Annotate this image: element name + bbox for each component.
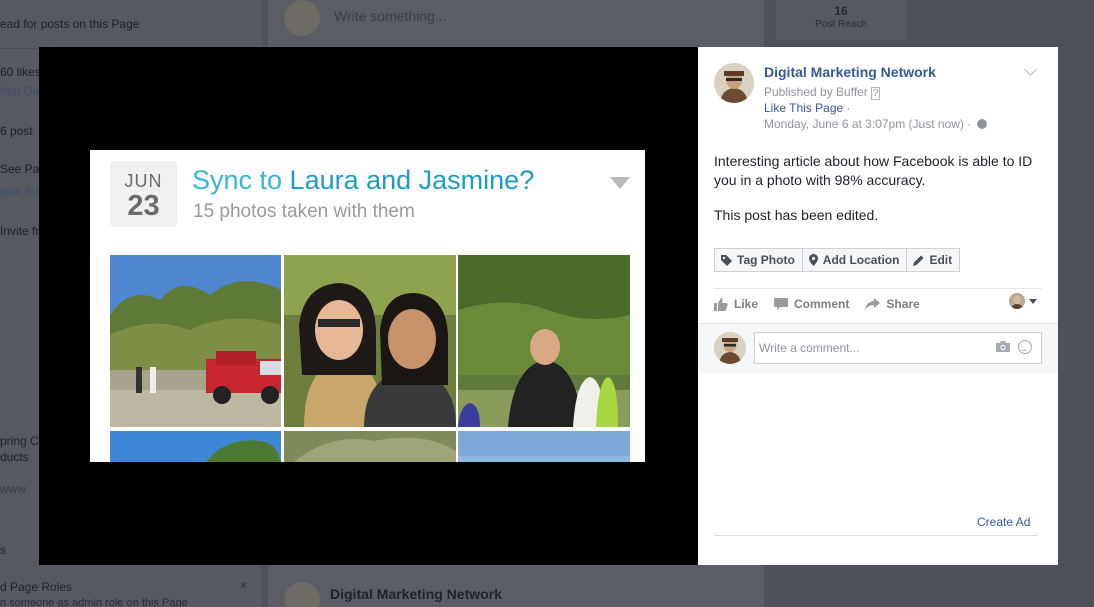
photo-actions: Tag Photo Add Location Edit [714, 248, 961, 272]
photo-grid [110, 255, 630, 462]
edited-note: This post has been edited. [714, 207, 879, 223]
pencil-icon [913, 255, 924, 266]
commenter-avatar [714, 332, 746, 364]
bg-fragment: pring C [0, 434, 39, 448]
help-icon[interactable]: ? [870, 87, 881, 100]
reaction-bar: Like Comment Share [714, 294, 936, 314]
share-button[interactable]: Share [865, 297, 920, 311]
edit-button[interactable]: Edit [906, 248, 961, 272]
add-location-button[interactable]: Add Location [801, 248, 908, 272]
date-day: 23 [127, 190, 160, 222]
share-arrow-icon [865, 298, 881, 310]
date-badge: JUN 23 [110, 161, 177, 227]
bg-page-roles-title: d Page Roles [0, 580, 73, 594]
camera-icon[interactable] [996, 341, 1010, 352]
like-page-row: Like This Page · [764, 101, 851, 115]
emoji-icon[interactable] [1018, 340, 1032, 354]
grid-photo [110, 255, 281, 427]
bg-post-reach-count: 16 [834, 4, 848, 18]
separator-dot: · [846, 101, 851, 115]
sync-title-names: Laura and Jasmine? [289, 165, 535, 195]
bg-post-reach-label: Post Reach [815, 19, 867, 30]
comment-label: Comment [794, 297, 850, 311]
thumbs-up-icon [714, 297, 728, 311]
bg-fragment: www [0, 482, 26, 496]
bg-page-roles-subtitle: n someone as admin role on this Page [0, 597, 188, 607]
comment-button[interactable]: Comment [774, 297, 849, 311]
bg-close-icon: × [240, 578, 248, 592]
tag-photo-label: Tag Photo [737, 253, 795, 267]
create-ad-link[interactable]: Create Ad [977, 515, 1030, 529]
like-button[interactable]: Like [714, 297, 758, 311]
separator-dot: · [967, 117, 972, 131]
photo-image[interactable]: JUN 23 Sync to Laura and Jasmine? 15 pho… [90, 150, 645, 462]
page-avatar[interactable] [714, 63, 754, 103]
photo-viewer: JUN 23 Sync to Laura and Jasmine? 15 pho… [39, 47, 1058, 565]
bg-fragment: See Pa [0, 162, 40, 176]
divider [714, 288, 1042, 289]
bg-fragment: 6 post [0, 124, 33, 138]
date-month: JUN [124, 171, 163, 191]
page-name-link[interactable]: Digital Marketing Network [764, 64, 936, 80]
photo-stage[interactable]: JUN 23 Sync to Laura and Jasmine? 15 pho… [39, 47, 698, 565]
divider [714, 535, 1038, 536]
tag-photo-button[interactable]: Tag Photo [714, 248, 803, 272]
bg-fragment: s [0, 543, 6, 557]
grid-photo [284, 255, 456, 427]
bg-fragment: hen Ge [0, 84, 40, 98]
edit-label: Edit [929, 253, 953, 267]
chevron-down-icon [1029, 298, 1037, 304]
tag-icon [721, 254, 732, 266]
photo-sidebar: Digital Marketing Network Published by B… [698, 47, 1058, 565]
bg-fragment: ducts [0, 450, 29, 464]
bg-fragment: 60 likes [0, 65, 41, 79]
like-this-page-link[interactable]: Like This Page [764, 101, 843, 115]
post-timestamp-row: Monday, June 6 at 3:07pm (Just now) · [764, 117, 987, 131]
post-as-selector[interactable] [1009, 293, 1037, 309]
bg-avatar [284, 0, 320, 36]
bg-composer-placeholder: Write something... [334, 8, 447, 24]
grid-photo [284, 431, 456, 462]
sync-subtitle: 15 photos taken with them [193, 201, 415, 222]
grid-photo [458, 431, 630, 462]
bg-fragment: ppa Su [0, 184, 39, 198]
post-text: Interesting article about how Facebook i… [714, 153, 1033, 188]
post-timestamp[interactable]: Monday, June 6 at 3:07pm (Just now) [764, 117, 964, 131]
bg-fragment: ead for posts on this Page [0, 17, 140, 31]
published-by: Published by Buffer? [764, 85, 881, 100]
bg-post-author: Digital Marketing Network [330, 586, 502, 602]
comment-composer [698, 323, 1058, 373]
add-location-label: Add Location [822, 253, 900, 267]
avatar [1009, 293, 1025, 309]
comment-icon [774, 297, 789, 311]
grid-photo [458, 255, 630, 427]
location-pin-icon [808, 254, 818, 266]
sync-title-prefix: Sync to [192, 165, 290, 195]
grid-photo [110, 431, 281, 462]
bg-fragment: Invite fr [0, 224, 40, 238]
chevron-down-icon[interactable] [1024, 63, 1037, 76]
like-label: Like [734, 297, 759, 311]
sync-title: Sync to Laura and Jasmine? [192, 165, 534, 196]
share-label: Share [886, 297, 920, 311]
globe-icon[interactable] [976, 119, 987, 129]
chevron-down-icon [610, 177, 630, 189]
published-by-text: Published by Buffer [764, 85, 868, 99]
